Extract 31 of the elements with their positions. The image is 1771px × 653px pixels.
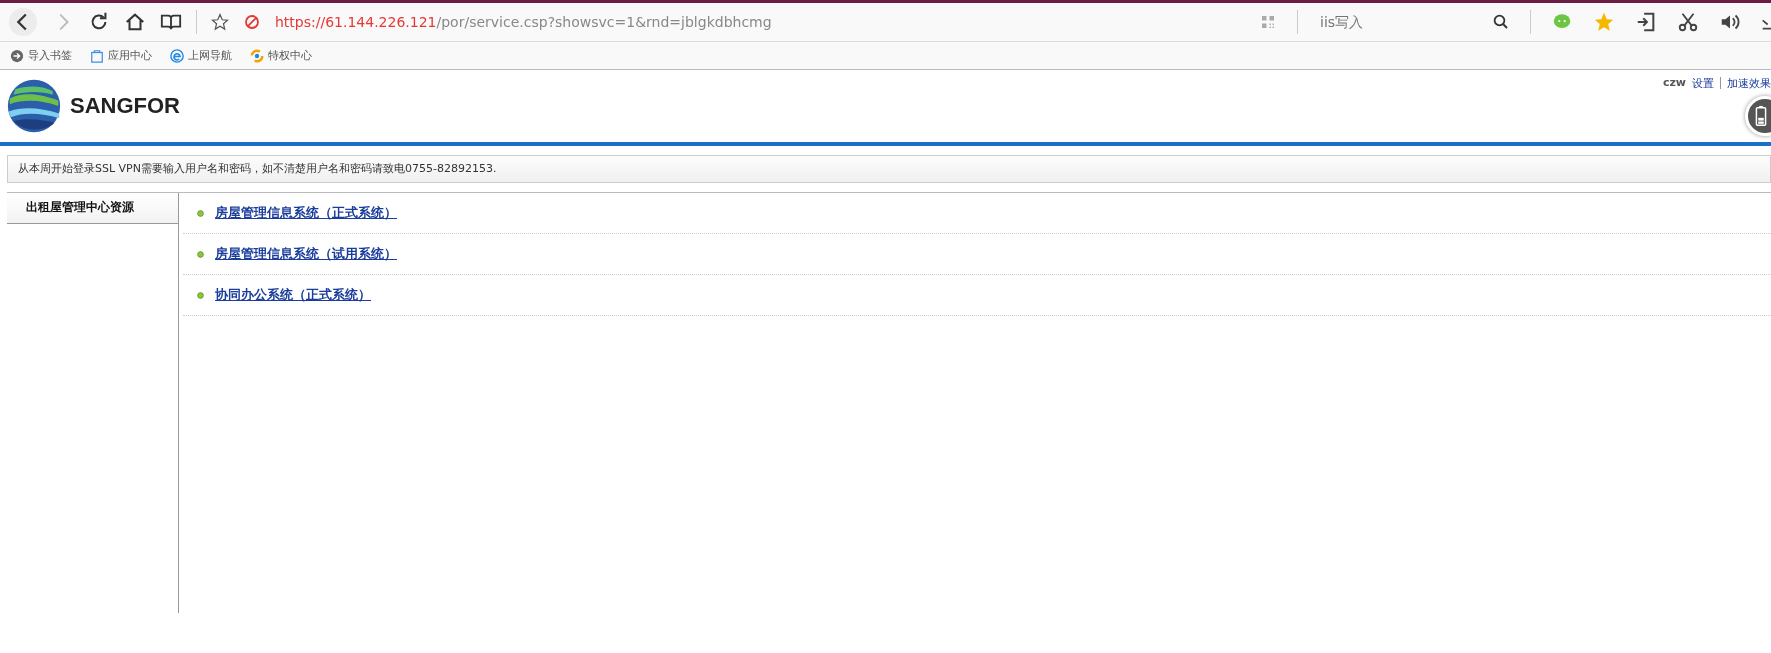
search-icon[interactable] xyxy=(1492,13,1510,31)
back-icon[interactable] xyxy=(8,7,38,37)
bullet-icon xyxy=(197,250,204,258)
star-icon[interactable] xyxy=(1593,11,1615,33)
ring-icon xyxy=(250,48,264,63)
header-link[interactable]: 设置 xyxy=(1692,76,1714,91)
notice-message: 从本周开始登录SSL VPN需要输入用户名和密码，如不清楚用户名和密码请致电0755-82892153. xyxy=(7,155,1771,183)
browser-e-icon xyxy=(170,48,184,63)
bookmark-item[interactable]: 应用中心 xyxy=(90,48,152,63)
star-icon[interactable] xyxy=(211,13,229,31)
bag-icon xyxy=(90,48,104,63)
home-icon[interactable] xyxy=(124,11,146,33)
search-field[interactable]: iis写入 xyxy=(1318,13,1472,31)
username: czw xyxy=(1662,76,1686,89)
logo-text: SANGFOR xyxy=(70,93,180,119)
globe-logo-icon xyxy=(6,78,62,134)
bookmark-item[interactable]: 特权中心 xyxy=(250,48,312,63)
bullet-icon xyxy=(197,209,204,217)
address-bar[interactable]: https://61.144.226.121/por/service.csp?showsvc=1&rnd=jblgkdbhcmg xyxy=(275,14,772,30)
bookmark-item[interactable]: 导入书签 xyxy=(10,48,72,63)
bullet-icon xyxy=(197,291,204,299)
resource-link[interactable]: 房屋管理信息系统（试用系统） xyxy=(215,245,397,263)
resource-link[interactable]: 协同办公系统（正式系统） xyxy=(215,286,371,304)
scissors-icon[interactable] xyxy=(1677,11,1699,33)
bookmark-item[interactable]: 上网导航 xyxy=(170,48,232,63)
battery-icon xyxy=(1754,105,1768,127)
blocked-icon xyxy=(243,13,261,31)
header-link[interactable]: 加速效果 xyxy=(1727,76,1771,91)
arrow-circle-icon xyxy=(10,48,24,63)
resource-link[interactable]: 房屋管理信息系统（正式系统） xyxy=(215,204,397,222)
sign-in-icon[interactable] xyxy=(1635,11,1657,33)
